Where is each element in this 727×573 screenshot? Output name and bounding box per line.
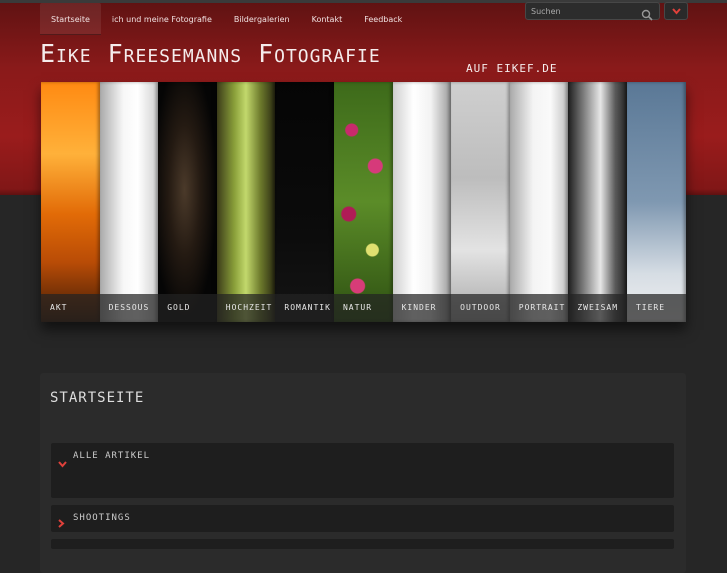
gallery-slider: Akt Dessous Gold Hochzeit Romantik Natur…	[41, 82, 686, 322]
gallery-item-tiere[interactable]: Tiere	[626, 82, 686, 322]
nav-item-ich-und-meine-fotografie[interactable]: ich und meine Fotografie	[101, 3, 223, 35]
gallery-item-portrait[interactable]: Portrait	[509, 82, 569, 322]
gallery-item-label: Portrait	[509, 294, 569, 322]
gallery-item-akt[interactable]: Akt	[41, 82, 100, 322]
nav-item-bildergalerien[interactable]: Bildergalerien	[223, 3, 301, 35]
search-input[interactable]	[531, 4, 636, 18]
section-header-alle-artikel[interactable]: Alle Artikel	[73, 451, 150, 461]
section-header-shootings[interactable]: Shootings	[73, 513, 131, 523]
gallery-item-label: Natur	[333, 294, 393, 322]
section-shootings: Shootings	[51, 505, 674, 532]
nav-item-startseite[interactable]: Startseite	[40, 3, 101, 35]
gallery-item-label: Zweisam	[568, 294, 627, 322]
section-next	[51, 539, 674, 549]
panel-toggle-button[interactable]	[664, 2, 688, 20]
gallery-item-label: Dessous	[99, 294, 159, 322]
gallery-item-label: Tiere	[626, 294, 686, 322]
gallery-item-romantik[interactable]: Romantik	[275, 82, 334, 322]
gallery-item-label: Akt	[41, 294, 100, 322]
gallery-item-outdoor[interactable]: Outdoor	[451, 82, 510, 322]
nav-item-feedback[interactable]: Feedback	[353, 3, 413, 35]
gallery-item-label: Gold	[158, 294, 217, 322]
gallery-item-label: Outdoor	[451, 294, 510, 322]
gallery-item-label: Romantik	[275, 294, 334, 322]
main-navigation: Startseite ich und meine Fotografie Bild…	[40, 3, 413, 35]
site-title[interactable]: Eike Freesemanns Fotografie	[40, 39, 381, 68]
page-title: Startseite	[50, 390, 145, 406]
nav-item-kontakt[interactable]: Kontakt	[301, 3, 354, 35]
chevron-right-icon[interactable]	[58, 513, 65, 532]
gallery-item-dessous[interactable]: Dessous	[99, 82, 159, 322]
chevron-down-icon[interactable]	[58, 453, 67, 472]
section-alle-artikel: Alle Artikel	[51, 443, 674, 498]
chevron-down-icon	[672, 8, 681, 15]
gallery-item-kinder[interactable]: Kinder	[392, 82, 452, 322]
gallery-item-gold[interactable]: Gold	[158, 82, 217, 322]
gallery-item-natur[interactable]: Natur	[333, 82, 393, 322]
site-subtitle: auf eikef.de	[466, 62, 558, 75]
gallery-item-hochzeit[interactable]: Hochzeit	[216, 82, 276, 322]
search-box	[525, 2, 660, 21]
gallery-item-zweisam[interactable]: Zweisam	[568, 82, 627, 322]
gallery-item-label: Hochzeit	[216, 294, 276, 322]
gallery-item-label: Kinder	[392, 294, 452, 322]
search-icon[interactable]	[641, 6, 653, 21]
